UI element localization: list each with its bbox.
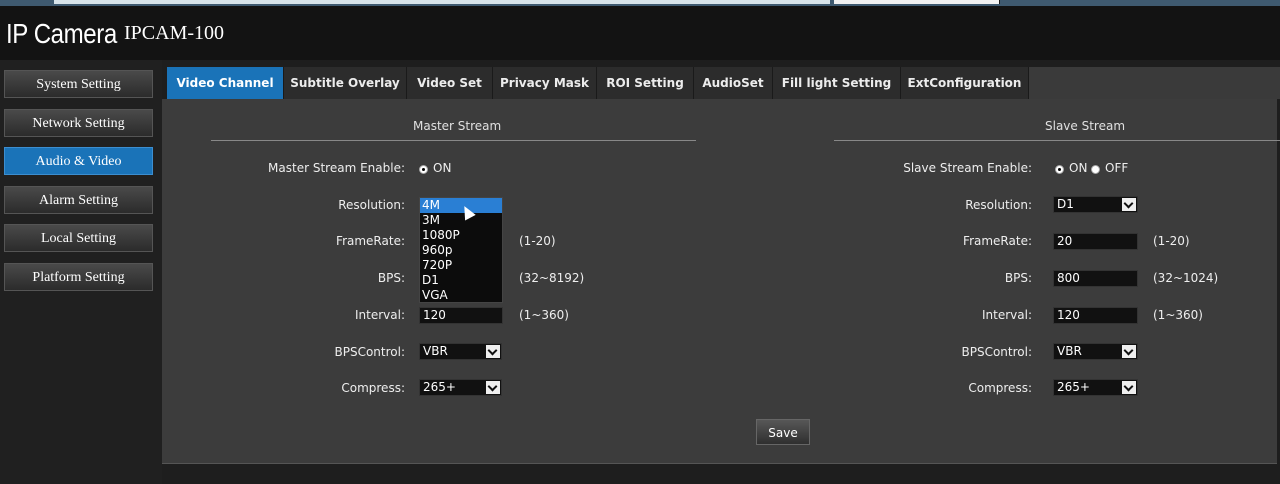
master-bps-range: (32~8192) (519, 271, 585, 285)
master-compress-select[interactable]: 265+ (419, 379, 502, 396)
resolution-option[interactable]: D1 (420, 273, 502, 288)
tab-video-set[interactable]: Video Set (407, 67, 493, 99)
tab-bar: Video Channel Subtitle Overlay Video Set… (167, 67, 1280, 99)
slave-compress-value: 265+ (1057, 380, 1090, 394)
master-interval-input[interactable]: 120 (419, 307, 503, 324)
slave-stream-title: Slave Stream (1045, 119, 1126, 133)
brand-logo: IP Camera (6, 18, 117, 49)
tab-audioset[interactable]: AudioSet (694, 67, 773, 99)
slave-compress-label: Compress: (968, 381, 1032, 395)
slave-bpscontrol-label: BPSControl: (961, 345, 1032, 359)
sidebar-item-network-setting[interactable]: Network Setting (4, 109, 153, 137)
chevron-down-icon (486, 381, 500, 394)
slave-framerate-label: FrameRate: (963, 234, 1032, 248)
resolution-option[interactable]: 1080P (420, 228, 502, 243)
chevron-down-icon (486, 345, 500, 358)
sidebar: System Setting Network Setting Audio & V… (0, 60, 162, 484)
tab-subtitle-overlay[interactable]: Subtitle Overlay (284, 67, 407, 99)
browser-tab[interactable] (834, 0, 1000, 4)
slave-bpscontrol-select[interactable]: VBR (1053, 343, 1138, 360)
master-resolution-label: Resolution: (338, 198, 405, 212)
slave-interval-input[interactable]: 120 (1053, 307, 1138, 324)
device-model: IPCAM-100 (124, 22, 225, 44)
slave-enable-off-label: OFF (1105, 161, 1129, 175)
slave-enable-on-radio[interactable] (1055, 165, 1064, 174)
master-bps-label: BPS: (377, 271, 405, 285)
sidebar-item-platform-setting[interactable]: Platform Setting (4, 263, 153, 291)
master-stream-title: Master Stream (413, 119, 502, 133)
tab-video-channel[interactable]: Video Channel (167, 67, 284, 99)
tab-privacy-mask[interactable]: Privacy Mask (493, 67, 597, 99)
master-interval-range: (1~360) (519, 308, 569, 322)
master-enable-label: Master Stream Enable: (268, 161, 405, 175)
master-stream-divider (211, 140, 696, 141)
slave-interval-label: Interval: (982, 308, 1032, 322)
slave-enable-on-label: ON (1069, 161, 1088, 175)
slave-stream-divider (834, 140, 1280, 141)
slave-enable-label: Slave Stream Enable: (903, 161, 1032, 175)
master-compress-label: Compress: (341, 381, 405, 395)
sidebar-item-audio-video[interactable]: Audio & Video (4, 147, 153, 175)
tab-fill-light-setting[interactable]: Fill light Setting (773, 67, 901, 99)
slave-bpscontrol-value: VBR (1057, 344, 1082, 358)
master-bpscontrol-label: BPSControl: (334, 345, 405, 359)
sidebar-item-local-setting[interactable]: Local Setting (4, 224, 153, 252)
master-bpscontrol-value: VBR (423, 344, 448, 358)
chevron-down-icon (1122, 345, 1136, 358)
sidebar-item-system-setting[interactable]: System Setting (4, 70, 153, 98)
tab-extconfiguration[interactable]: ExtConfiguration (901, 67, 1029, 99)
resolution-option[interactable]: 3M (420, 213, 502, 228)
app-header: IP Camera IPCAM-100 (0, 6, 1280, 60)
chevron-down-icon (1122, 381, 1136, 394)
resolution-option[interactable]: 720P (420, 258, 502, 273)
slave-resolution-label: Resolution: (965, 198, 1032, 212)
tab-roi-setting[interactable]: ROI Setting (597, 67, 694, 99)
address-bar[interactable] (54, 0, 830, 4)
slave-framerate-range: (1-20) (1153, 234, 1190, 248)
save-button[interactable]: Save (756, 419, 810, 445)
master-interval-label: Interval: (355, 308, 405, 322)
slave-bps-label: BPS: (1004, 271, 1032, 285)
master-framerate-label: FrameRate: (336, 234, 405, 248)
sidebar-item-alarm-setting[interactable]: Alarm Setting (4, 186, 153, 214)
slave-resolution-value: D1 (1057, 197, 1074, 211)
slave-framerate-input[interactable]: 20 (1053, 233, 1138, 250)
slave-enable-off-radio[interactable] (1091, 165, 1100, 174)
slave-bps-input[interactable]: 800 (1053, 270, 1138, 287)
slave-resolution-select[interactable]: D1 (1053, 196, 1138, 213)
master-bpscontrol-select[interactable]: VBR (419, 343, 502, 360)
slave-interval-range: (1~360) (1153, 308, 1203, 322)
chevron-down-icon (1122, 198, 1136, 211)
master-enable-on-radio[interactable] (419, 165, 428, 174)
slave-bps-range: (32~1024) (1153, 271, 1219, 285)
master-enable-on-label: ON (433, 161, 452, 175)
master-compress-value: 265+ (423, 380, 456, 394)
resolution-option[interactable]: 960p (420, 243, 502, 258)
master-framerate-range: (1-20) (519, 234, 556, 248)
resolution-option[interactable]: VGA (420, 288, 502, 303)
slave-compress-select[interactable]: 265+ (1053, 379, 1138, 396)
